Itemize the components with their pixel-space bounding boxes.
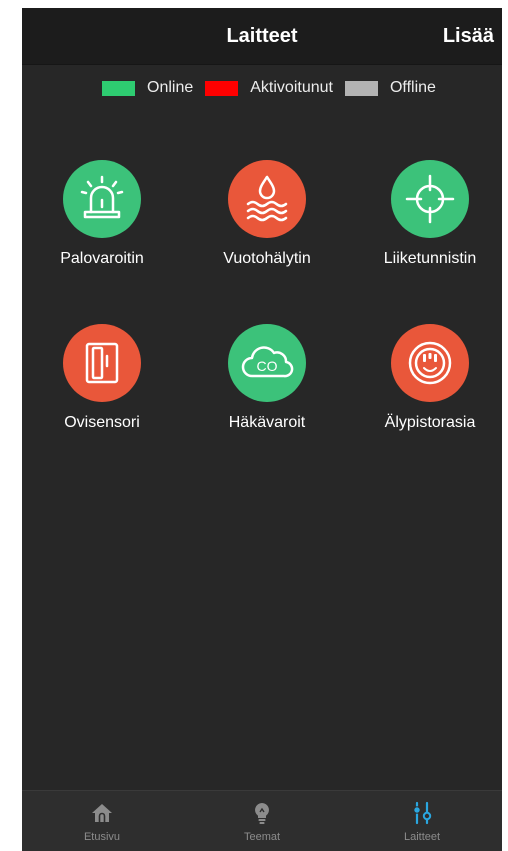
alarm-light-icon	[63, 160, 141, 238]
device-label: Ovisensori	[64, 414, 140, 431]
bulb-icon	[250, 801, 274, 825]
tab-devices[interactable]: Laitteet	[342, 791, 502, 851]
legend-swatch-activated	[205, 80, 239, 96]
top-bar: Laitteet Lisää	[22, 8, 502, 65]
tab-home[interactable]: Etusivu	[22, 791, 182, 851]
tab-themes[interactable]: Teemat	[182, 791, 342, 851]
sliders-icon	[410, 801, 434, 825]
device-label: Vuotohälytin	[223, 250, 311, 267]
status-legend: Online Aktivoitunut Offline	[102, 78, 448, 98]
tab-label-themes: Teemat	[243, 831, 281, 843]
legend-activated: Aktivoitunut	[205, 79, 345, 97]
svg-text:CO: CO	[257, 358, 278, 374]
legend-swatch-offline	[344, 80, 378, 96]
legend-online: Online	[102, 79, 205, 97]
add-button[interactable]: Lisää	[443, 8, 494, 64]
legend-label-activated: Aktivoitunut	[250, 79, 333, 96]
device-co-alarm[interactable]: CO Häkävaroit	[192, 324, 342, 444]
device-water-leak[interactable]: Vuotohälytin	[192, 160, 342, 280]
device-label: Älypistorasia	[384, 414, 476, 431]
device-smoke-alarm[interactable]: Palovaroitin	[27, 160, 177, 280]
door-icon	[63, 324, 141, 402]
legend-swatch-online	[102, 80, 135, 96]
legend-label-offline: Offline	[389, 79, 436, 96]
legend-offline: Offline	[344, 79, 448, 97]
devices-screen: Laitteet Lisää Online Aktivoitunut Offli…	[22, 8, 502, 851]
smart-plug-icon	[391, 324, 469, 402]
legend-label-online: Online	[147, 79, 194, 96]
device-label: Liiketunnistin	[383, 250, 477, 267]
page-title: Laitteet	[226, 25, 298, 47]
device-label: Häkävaroit	[228, 414, 306, 431]
device-motion-sensor[interactable]: Liiketunnistin	[355, 160, 502, 280]
device-label: Palovaroitin	[60, 250, 144, 267]
home-icon	[90, 801, 114, 825]
crosshair-icon	[391, 160, 469, 238]
bottom-tab-bar: Etusivu Teemat Laitteet	[22, 790, 502, 851]
tab-label-devices: Laitteet	[403, 831, 441, 843]
co-cloud-icon: CO	[228, 324, 306, 402]
tab-label-home: Etusivu	[83, 831, 121, 843]
device-door-sensor[interactable]: Ovisensori	[27, 324, 177, 444]
water-leak-icon	[228, 160, 306, 238]
device-smart-plug[interactable]: Älypistorasia	[355, 324, 502, 444]
